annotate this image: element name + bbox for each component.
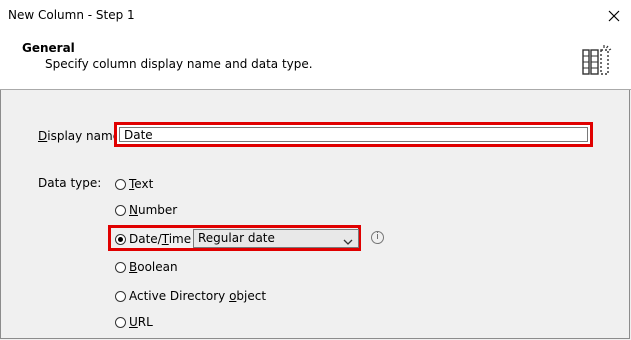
window-title: New Column - Step 1 (8, 8, 135, 22)
datetime-format-value: Regular date (198, 231, 275, 245)
radio-circle-text (115, 178, 126, 190)
info-icon[interactable]: i (371, 231, 384, 244)
radio-number[interactable]: Number (115, 203, 177, 217)
radio-datetime[interactable]: Date/Time (115, 232, 191, 246)
title-bar: New Column - Step 1 (0, 0, 631, 31)
wizard-header: General Specify column display name and … (0, 31, 631, 90)
data-type-label: Data type: (38, 176, 102, 190)
display-name-label: Display name: (38, 129, 125, 143)
chevron-down-icon (343, 234, 353, 251)
table-column-icon (581, 44, 613, 79)
display-name-highlight: Date (114, 122, 593, 147)
display-name-input[interactable]: Date (119, 127, 588, 142)
radio-circle-number (115, 204, 126, 216)
page-subtitle: Specify column display name and data typ… (45, 57, 313, 71)
radio-circle-ad-object (115, 290, 126, 302)
radio-url[interactable]: URL (115, 315, 153, 329)
close-icon[interactable] (597, 0, 631, 31)
radio-active-directory-object[interactable]: Active Directory object (115, 289, 266, 303)
radio-text[interactable]: Text (115, 177, 153, 191)
radio-circle-url (115, 316, 126, 328)
datetime-format-select[interactable]: Regular date (193, 229, 359, 248)
page-title: General (22, 41, 75, 55)
radio-circle-datetime (115, 233, 126, 245)
radio-circle-boolean (115, 261, 126, 273)
radio-boolean[interactable]: Boolean (115, 260, 178, 274)
